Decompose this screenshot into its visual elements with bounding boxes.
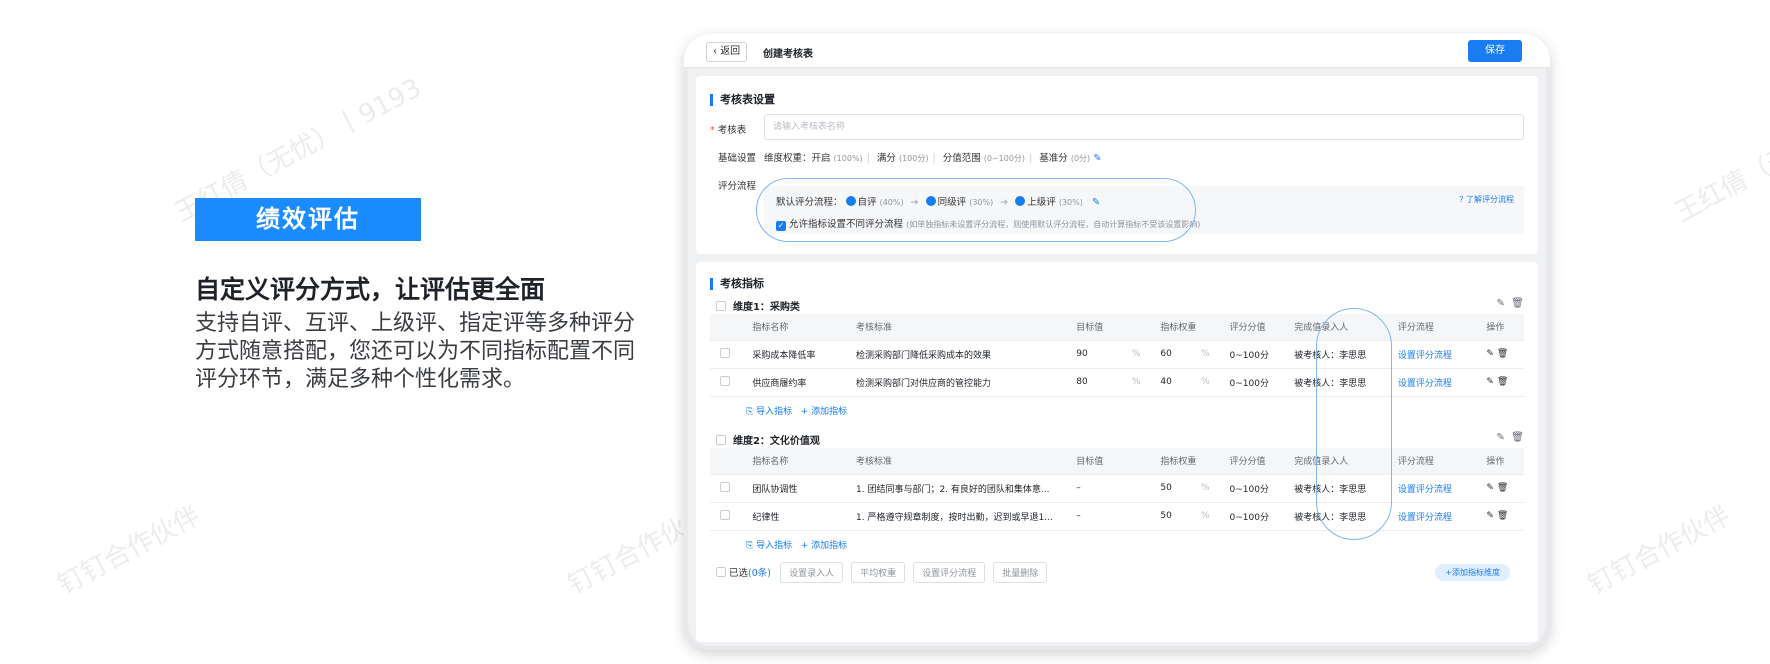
edit-icon[interactable]: ✎ xyxy=(1093,153,1101,164)
delete-icon[interactable]: 🗑 xyxy=(1511,432,1524,443)
setup-card: 考核表设置 * 考核表 请输入考核表名称 基础设置 维度权重：开启 (100%)… xyxy=(696,76,1538,254)
delete-icon[interactable]: 🗑 xyxy=(1497,377,1508,387)
dimension-checkbox[interactable] xyxy=(716,301,726,311)
dimension-actions: ✎ 🗑 xyxy=(1497,432,1524,443)
section-title: 考核指标 xyxy=(710,278,764,290)
headline: 自定义评分方式，让评估更全面 xyxy=(195,275,546,304)
import-icon: ⎘ xyxy=(746,407,754,417)
metrics-table: 指标名称 考核标准 目标值 指标权重 评分分值 完成值录入人 评分流程 操作 团… xyxy=(710,448,1524,531)
basic-settings-label: 基础设置 xyxy=(718,153,757,164)
feature-badge: 绩效评估 xyxy=(195,198,421,241)
name-label: * 考核表 xyxy=(710,125,747,136)
average-weight-button[interactable]: 平均权重 xyxy=(851,562,906,583)
table-row: 团队协调性 1. 团结同事与部门；2. 有良好的团队和集体意... – 50% … xyxy=(710,474,1524,503)
table-row: 纪律性 1. 严格遵守规章制度，按时出勤，迟到或早退1... – 50% 0~1… xyxy=(710,502,1524,531)
page-title: 创建考核表 xyxy=(763,49,813,60)
save-button[interactable]: 保存 xyxy=(1468,40,1522,62)
add-metric-button[interactable]: + 添加指标 xyxy=(801,407,847,417)
watermark: 王红倩（无忧）丨9193 xyxy=(1670,73,1770,229)
table-row: 采购成本降低率 检测采购部门降低采购成本的效果 90% 60% 0~100分 被… xyxy=(710,340,1524,369)
bulk-delete-button[interactable]: 批量删除 xyxy=(993,562,1048,583)
section-title: 考核表设置 xyxy=(710,94,775,106)
learn-flow-link[interactable]: ? 了解评分流程 xyxy=(1459,194,1514,205)
set-flow-link[interactable]: 设置评分流程 xyxy=(1387,502,1477,531)
add-metric-button[interactable]: + 添加指标 xyxy=(801,541,847,551)
delete-icon[interactable]: 🗑 xyxy=(1497,511,1508,521)
dimension-title: 维度1：采购类 xyxy=(716,298,800,313)
set-entry-button[interactable]: 设置录入人 xyxy=(780,562,844,583)
dimension-checkbox[interactable] xyxy=(716,435,726,445)
highlight-ellipse xyxy=(1316,308,1392,540)
back-button[interactable]: ‹ 返回 xyxy=(706,42,748,62)
highlight-ellipse xyxy=(756,178,1196,242)
table-row: 供应商履约率 检测采购部门对供应商的管控能力 80% 40% 0~100分 被考… xyxy=(710,368,1524,397)
dimension-actions: ✎ 🗑 xyxy=(1497,298,1524,309)
metrics-table: 指标名称 考核标准 目标值 指标权重 评分分值 完成值录入人 评分流程 操作 采… xyxy=(710,314,1524,397)
set-flow-button[interactable]: 设置评分流程 xyxy=(913,562,986,583)
row-checkbox[interactable] xyxy=(720,376,730,386)
top-bar: ‹ 返回 创建考核表 保存 xyxy=(684,34,1550,68)
edit-icon[interactable]: ✎ xyxy=(1486,349,1494,359)
row-checkbox[interactable] xyxy=(720,482,730,492)
row-checkbox[interactable] xyxy=(720,510,730,520)
edit-icon[interactable]: ✎ xyxy=(1497,298,1505,309)
name-input[interactable]: 请输入考核表名称 xyxy=(764,114,1524,140)
description: 支持自评、互评、上级评、指定评等多种评分方式随意搭配，您还可以为不同指标配置不同… xyxy=(195,311,636,392)
delete-icon[interactable]: 🗑 xyxy=(1497,349,1508,359)
set-flow-link[interactable]: 设置评分流程 xyxy=(1387,340,1477,369)
delete-icon[interactable]: 🗑 xyxy=(1511,298,1524,309)
row-checkbox[interactable] xyxy=(720,348,730,358)
set-flow-link[interactable]: 设置评分流程 xyxy=(1387,368,1477,397)
metrics-card: 考核指标 维度1：采购类 ✎ 🗑 指标名称 考核标准 目标值 指标权重 评分分值… xyxy=(696,262,1538,642)
edit-icon[interactable]: ✎ xyxy=(1486,377,1494,387)
add-dimension-button[interactable]: +添加指标维度 xyxy=(1435,564,1510,581)
bulk-actions-bar: 已选(0条) 设置录入人 平均权重 设置评分流程 批量删除 xyxy=(716,562,1052,583)
select-all-checkbox[interactable] xyxy=(716,567,726,577)
import-metrics-button[interactable]: ⎘ 导入指标 xyxy=(746,407,792,417)
watermark: 钉钉合作伙伴 xyxy=(1583,500,1736,601)
delete-icon[interactable]: 🗑 xyxy=(1497,483,1508,493)
basic-settings-values: 维度权重：开启 (100%) | 满分 (100分) | 分值范围 (0~100分)… xyxy=(764,153,1102,164)
set-flow-link[interactable]: 设置评分流程 xyxy=(1387,474,1477,503)
import-icon: ⎘ xyxy=(746,541,754,551)
edit-icon[interactable]: ✎ xyxy=(1497,432,1505,443)
edit-icon[interactable]: ✎ xyxy=(1486,483,1494,493)
flow-label: 评分流程 xyxy=(718,181,757,192)
import-metrics-button[interactable]: ⎘ 导入指标 xyxy=(746,541,792,551)
dimension-title: 维度2：文化价值观 xyxy=(716,432,820,447)
watermark: 钉钉合作伙伴 xyxy=(53,500,206,601)
app-window: ‹ 返回 创建考核表 保存 考核表设置 * 考核表 请输入考核表名称 基础设置 … xyxy=(684,34,1550,650)
edit-icon[interactable]: ✎ xyxy=(1486,511,1494,521)
help-icon: ? xyxy=(1459,195,1464,204)
